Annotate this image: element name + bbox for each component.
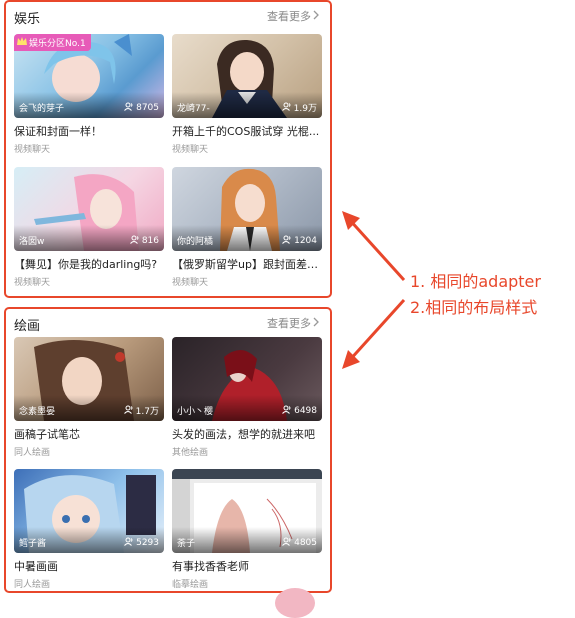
viewer-count: 1.9万 [281, 101, 317, 114]
section-title: 娱乐 [14, 12, 41, 27]
annotation-arrows [330, 200, 410, 384]
viewers-icon [281, 102, 292, 114]
see-more-label: 查看更多 [267, 317, 311, 330]
video-thumbnail[interactable]: 龙崎77- 1.9万 [172, 34, 322, 118]
section-painting: 绘画 查看更多 念素墨晏 1.7万 画稿子试笔芯 同人绘画 小小丶樱 6498 … [4, 307, 332, 593]
video-card[interactable]: 洛囡w 816 【舞见】你是我的darling吗? 视频聊天 [14, 167, 164, 288]
video-card[interactable]: 娱乐分区No.1 会飞的芽子 8705 保证和封面一样！ 视频聊天 [14, 34, 164, 155]
video-title[interactable]: 【俄罗斯留学up】跟封面差不... [172, 256, 322, 272]
uploader-name: 洛囡w [19, 237, 45, 247]
viewer-count: 5293 [124, 537, 159, 549]
video-category: 视频聊天 [14, 145, 51, 155]
uploader-name: 鳕子酱 [19, 539, 47, 549]
rank-badge-label: 娱乐分区No.1 [29, 39, 86, 49]
uploader-name: 你的阿橘 [177, 237, 214, 247]
video-thumbnail[interactable]: 鳕子酱 5293 [14, 469, 164, 553]
uploader-name: 龙崎77- [177, 104, 210, 114]
video-title[interactable]: 开箱上千的COS服试穿 光棍... [172, 123, 322, 139]
annotation-note-2: 2.相同的布局样式 [410, 298, 538, 317]
video-title[interactable]: 中暑画画 [14, 558, 164, 574]
video-card[interactable]: 你的阿橘 1204 【俄罗斯留学up】跟封面差不... 视频聊天 [172, 167, 322, 288]
floating-button-partial[interactable] [275, 588, 315, 618]
uploader-name: 会飞的芽子 [19, 104, 65, 114]
rank-badge: 娱乐分区No.1 [14, 34, 91, 51]
video-thumbnail[interactable]: 荼子 4805 [172, 469, 322, 553]
video-thumbnail[interactable]: 小小丶樱 6498 [172, 337, 322, 421]
video-card[interactable]: 鳕子酱 5293 中暑画画 同人绘画 [14, 469, 164, 590]
section-title: 绘画 [14, 319, 41, 334]
viewer-count: 6498 [282, 405, 317, 417]
uploader-name: 小小丶樱 [177, 407, 214, 417]
annotation-note-1: 1. 相同的adapter [410, 272, 541, 291]
video-card[interactable]: 龙崎77- 1.9万 开箱上千的COS服试穿 光棍... 视频聊天 [172, 34, 322, 155]
video-category: 视频聊天 [172, 145, 209, 155]
viewers-icon [124, 537, 134, 549]
viewers-icon [124, 102, 134, 114]
video-title[interactable]: 保证和封面一样！ [14, 123, 164, 139]
video-card[interactable]: 小小丶樱 6498 头发的画法，想学的就进来吧 其他绘画 [172, 337, 322, 458]
viewers-icon [129, 235, 140, 247]
crown-icon [17, 37, 27, 48]
video-category: 同人绘画 [14, 448, 51, 458]
viewers-icon [123, 405, 134, 417]
viewer-count: 1.7万 [123, 404, 159, 417]
video-card[interactable]: 念素墨晏 1.7万 画稿子试笔芯 同人绘画 [14, 337, 164, 458]
see-more-link[interactable]: 查看更多 [267, 315, 320, 331]
viewer-count: 4805 [282, 537, 317, 549]
video-thumbnail[interactable]: 念素墨晏 1.7万 [14, 337, 164, 421]
video-thumbnail[interactable]: 娱乐分区No.1 会飞的芽子 8705 [14, 34, 164, 118]
video-title[interactable]: 画稿子试笔芯 [14, 426, 164, 442]
viewer-count: 1204 [282, 235, 317, 247]
chevron-right-icon [313, 317, 320, 330]
uploader-name: 荼子 [177, 539, 196, 549]
video-category: 视频聊天 [172, 278, 209, 288]
viewer-count: 8705 [124, 102, 159, 114]
video-thumbnail[interactable]: 洛囡w 816 [14, 167, 164, 251]
video-thumbnail[interactable]: 你的阿橘 1204 [172, 167, 322, 251]
video-card[interactable]: 荼子 4805 有事找香香老师 临摹绘画 [172, 469, 322, 590]
video-category: 视频聊天 [14, 278, 51, 288]
uploader-name: 念素墨晏 [19, 407, 56, 417]
video-title[interactable]: 有事找香香老师 [172, 558, 322, 574]
see-more-link[interactable]: 查看更多 [267, 8, 320, 24]
video-category: 其他绘画 [172, 448, 209, 458]
see-more-label: 查看更多 [267, 10, 311, 23]
viewers-icon [282, 537, 292, 549]
video-title[interactable]: 头发的画法，想学的就进来吧 [172, 426, 322, 442]
viewers-icon [282, 405, 292, 417]
section-entertainment: 娱乐 查看更多 娱乐分区No.1 会飞的芽子 8705 保证和封面一样！ 视频聊… [4, 0, 332, 298]
viewer-count: 816 [129, 235, 159, 247]
video-title[interactable]: 【舞见】你是我的darling吗? [14, 256, 164, 272]
chevron-right-icon [313, 10, 320, 23]
video-category: 同人绘画 [14, 580, 51, 590]
viewers-icon [282, 235, 292, 247]
